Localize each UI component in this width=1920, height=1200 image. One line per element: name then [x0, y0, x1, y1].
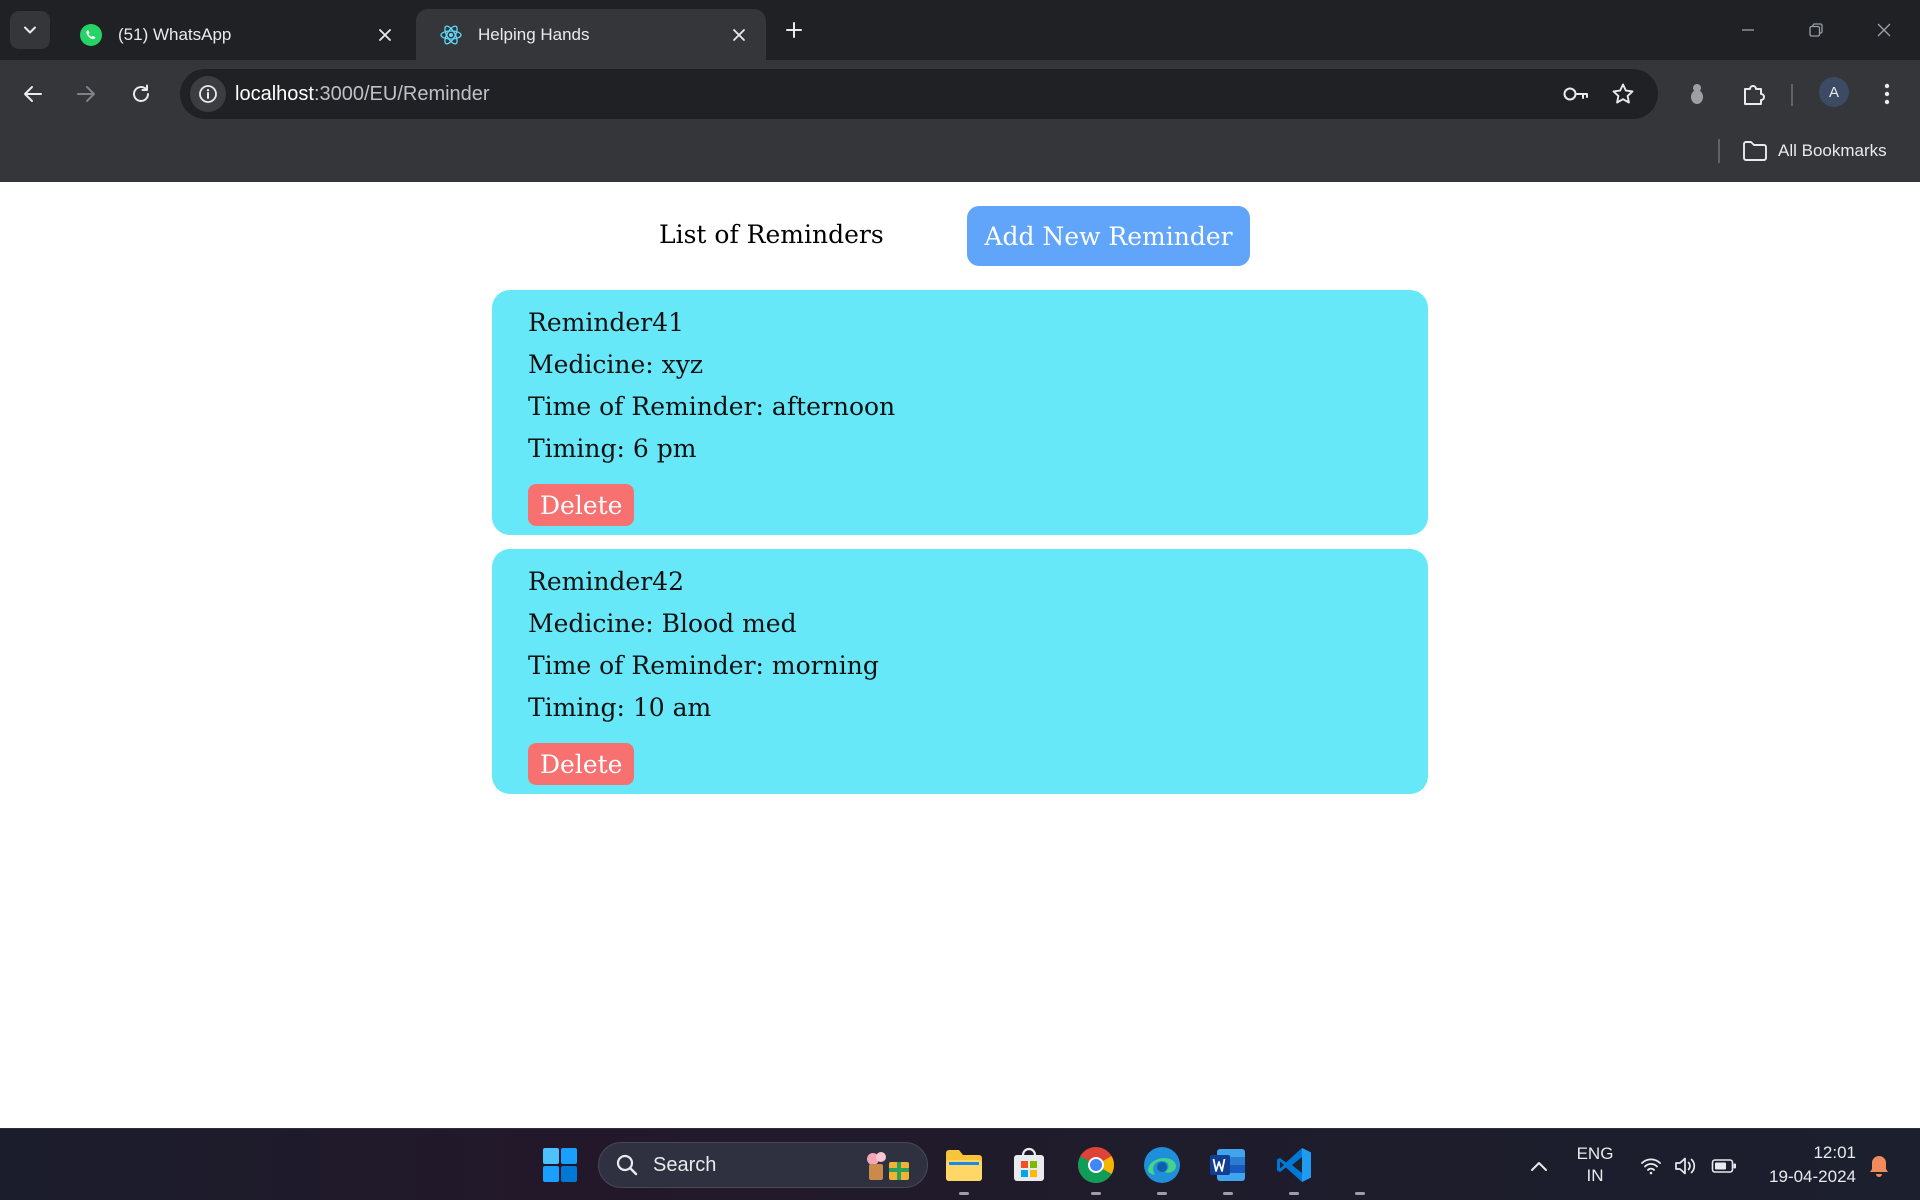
browser-tabstrip: (51) WhatsApp Helping Hands [0, 0, 1920, 60]
running-indicator [959, 1192, 969, 1195]
page-content: List of Reminders Add New Reminder Remin… [0, 182, 1920, 1128]
clock[interactable]: 12:01 19-04-2024 [1744, 1141, 1856, 1189]
file-explorer-button[interactable] [942, 1143, 986, 1195]
chrome-button[interactable] [1074, 1143, 1118, 1195]
site-info-button[interactable] [190, 76, 226, 112]
search-icon [615, 1153, 639, 1177]
back-button[interactable] [14, 75, 52, 113]
address-bar[interactable]: localhost:3000/EU/Reminder [180, 69, 1658, 119]
hidden-app-slot[interactable] [1338, 1143, 1382, 1195]
info-icon [199, 85, 217, 103]
reload-icon [133, 84, 149, 102]
taskbar-search[interactable]: Search [598, 1142, 928, 1188]
microsoft-store-button[interactable] [1007, 1143, 1051, 1187]
language-indicator[interactable]: ENG IN [1570, 1143, 1620, 1187]
restore-icon [1809, 23, 1823, 37]
reminder-timing: Timing: 10 am [528, 693, 712, 722]
extension-icon[interactable] [1680, 77, 1714, 111]
all-bookmarks-label: All Bookmarks [1778, 141, 1887, 160]
search-highlight-icon [861, 1150, 913, 1182]
close-tab-icon[interactable] [726, 22, 752, 48]
tab-whatsapp[interactable]: (51) WhatsApp [56, 9, 412, 60]
reminder-name: Reminder42 [528, 567, 684, 596]
clock-time: 12:01 [1813, 1143, 1856, 1162]
reminder-medicine: Medicine: Blood med [528, 609, 797, 638]
minimize-button[interactable] [1714, 0, 1782, 60]
all-bookmarks-button[interactable]: All Bookmarks [1742, 136, 1887, 166]
close-window-button[interactable] [1850, 0, 1918, 60]
puzzle-icon[interactable] [1736, 77, 1770, 111]
language-primary: ENG [1576, 1144, 1614, 1163]
reminder-card: Reminder42 Medicine: Blood med Time of R… [492, 549, 1428, 794]
url-host: localhost [235, 83, 314, 105]
url-path: :3000/EU/Reminder [313, 83, 490, 105]
restore-button[interactable] [1782, 0, 1850, 60]
word-button[interactable] [1206, 1143, 1250, 1195]
store-icon [1014, 1147, 1044, 1181]
url-text[interactable]: localhost:3000/EU/Reminder [235, 83, 490, 106]
arrow-right-icon [77, 86, 95, 102]
edge-button[interactable] [1140, 1143, 1184, 1195]
reminder-medicine: Medicine: xyz [528, 350, 704, 379]
edge-icon [1144, 1147, 1180, 1183]
taskbar: Search ENG IN 12:01 19-04-2024 [0, 1128, 1920, 1200]
folder-icon [1742, 140, 1768, 162]
delete-button[interactable]: Delete [528, 743, 635, 785]
reminder-card: Reminder41 Medicine: xyz Time of Reminde… [492, 290, 1428, 535]
chrome-icon [1077, 1147, 1115, 1184]
page-header: List of Reminders Add New Reminder [0, 206, 1920, 266]
running-indicator [1157, 1192, 1167, 1195]
add-new-reminder-button[interactable]: Add New Reminder [967, 206, 1250, 266]
reminder-list: Reminder41 Medicine: xyz Time of Reminde… [492, 290, 1428, 808]
word-icon [1210, 1149, 1245, 1181]
chevron-up-icon[interactable] [1526, 1153, 1552, 1179]
avatar[interactable]: A [1819, 77, 1849, 107]
plus-icon [786, 22, 802, 38]
windows-icon [543, 1148, 577, 1182]
tab-title: Helping Hands [478, 24, 590, 44]
folder-icon [946, 1150, 982, 1181]
language-secondary: IN [1586, 1166, 1604, 1185]
bookmarks-divider [1718, 139, 1720, 163]
close-icon [1877, 23, 1891, 37]
react-icon [438, 22, 464, 48]
new-tab-button[interactable] [778, 14, 810, 46]
bookmarks-bar: All Bookmarks [0, 128, 1920, 182]
toolbar-divider [1791, 84, 1793, 106]
reminder-time-of-day: Time of Reminder: morning [528, 651, 879, 680]
reminder-name: Reminder41 [528, 308, 684, 337]
tab-title: (51) WhatsApp [118, 24, 232, 44]
list-of-reminders-link[interactable]: List of Reminders [659, 220, 884, 249]
minimize-icon [1742, 29, 1754, 31]
tab-helping-hands[interactable]: Helping Hands [416, 9, 766, 60]
forward-button[interactable] [67, 75, 105, 113]
vscode-icon [1277, 1148, 1311, 1182]
more-vert-icon[interactable] [1870, 77, 1904, 111]
reminder-time-of-day: Time of Reminder: afternoon [528, 392, 896, 421]
start-button[interactable] [538, 1143, 582, 1187]
arrow-left-icon [24, 86, 42, 102]
running-indicator [1223, 1192, 1233, 1195]
tab-search-button[interactable] [10, 11, 50, 49]
volume-icon[interactable] [1673, 1153, 1699, 1179]
close-tab-icon[interactable] [372, 22, 398, 48]
wifi-icon[interactable] [1638, 1153, 1664, 1179]
password-key-icon[interactable] [1562, 80, 1590, 108]
reminder-timing: Timing: 6 pm [528, 434, 697, 463]
search-placeholder: Search [653, 1153, 717, 1176]
notification-bell-icon[interactable] [1866, 1153, 1892, 1179]
star-icon[interactable] [1609, 80, 1637, 108]
delete-button[interactable]: Delete [528, 484, 635, 526]
running-indicator [1289, 1192, 1299, 1195]
battery-icon[interactable] [1711, 1153, 1737, 1179]
clock-date: 19-04-2024 [1769, 1167, 1856, 1186]
whatsapp-icon [78, 22, 104, 48]
browser-toolbar: localhost:3000/EU/Reminder A [0, 60, 1920, 128]
vscode-button[interactable] [1272, 1143, 1316, 1195]
running-indicator [1355, 1192, 1365, 1195]
chevron-down-icon [24, 26, 36, 34]
reload-button[interactable] [122, 75, 160, 113]
running-indicator [1091, 1192, 1101, 1195]
